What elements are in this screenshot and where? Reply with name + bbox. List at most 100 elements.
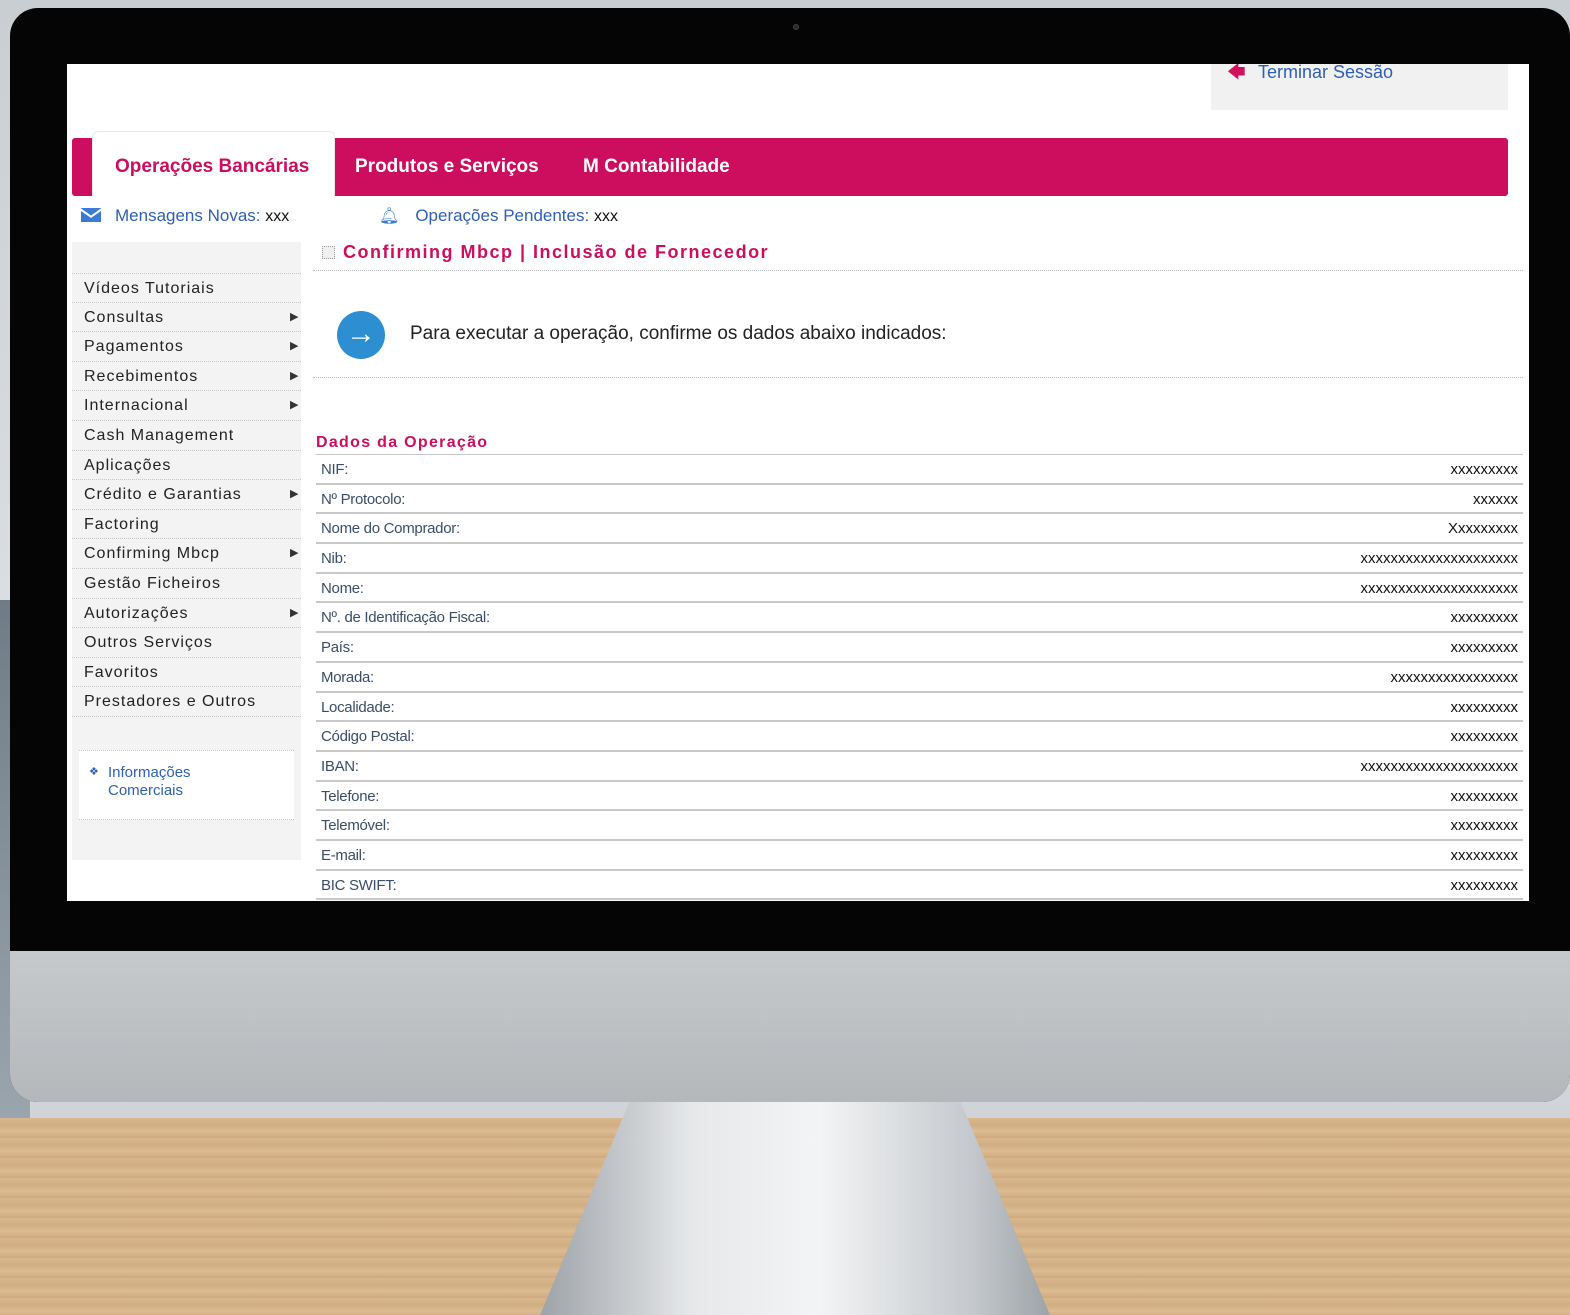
sidebar-item-internacional[interactable]: Internacional ▶ (72, 391, 301, 421)
row-value: xxxxxxxxx (1450, 698, 1519, 716)
operation-data-table: NIF: xxxxxxxxx Nº Protocolo: xxxxxx Nome d… (316, 454, 1523, 901)
messages-count: xxx (265, 208, 290, 225)
sidebar-item-pagamentos[interactable]: Pagamentos ▶ (72, 332, 301, 362)
row-label: Nº Protocolo: (321, 490, 406, 508)
page-title: Confirming Mbcp | Inclusão de Fornecedor (322, 242, 769, 263)
row-label: Telemóvel: (321, 817, 390, 835)
table-row: País: xxxxxxxxx (316, 633, 1523, 663)
page-title-text: Confirming Mbcp | Inclusão de Fornecedor (343, 242, 770, 262)
sidebar-item-credito-garantias[interactable]: Crédito e Garantias ▶ (72, 480, 301, 510)
sidebar-item-confirming-mbcp[interactable]: Confirming Mbcp ▶ (72, 539, 301, 569)
row-value: xxxxxxxxx (1450, 461, 1519, 478)
sidebar-item-autorizacoes[interactable]: Autorizações ▶ (72, 599, 301, 629)
row-label: Nº. de Identificação Fiscal: (321, 609, 490, 627)
bell-icon: 🔔︎ (379, 208, 400, 225)
row-label: E-mail: (321, 846, 366, 864)
info-box: ❖ Informações Comerciais (79, 750, 294, 820)
sidebar-item-outros-servicos[interactable]: Outros Serviços (72, 628, 301, 658)
tab-operacoes-bancarias[interactable]: Operações Bancárias (92, 131, 335, 196)
row-value: xxxxxxxxx (1450, 728, 1519, 746)
row-value: Xxxxxxxxx (1447, 520, 1518, 538)
row-label: Telefone: (321, 787, 380, 805)
row-value: xxxxxxxxx (1450, 817, 1519, 835)
table-row: E-mail: xxxxxxxxx (316, 841, 1523, 871)
sidebar-item-label: Recebimentos (84, 367, 199, 385)
table-row: BIC SWIFT: xxxxxxxxx (316, 871, 1523, 901)
diamond-bullet-icon: ❖ (89, 766, 99, 778)
sidebar-item-consultas[interactable]: Consultas ▶ (72, 303, 301, 333)
row-value: xxxxxxxxxxxxxxxxxxxxx (1360, 757, 1519, 775)
sidebar-item-gestao-ficheiros[interactable]: Gestão Ficheiros (72, 569, 301, 599)
messages-label: Mensagens Novas: (115, 206, 261, 225)
sidebar-item-aplicacoes[interactable]: Aplicações (72, 451, 301, 481)
sidebar-item-label: Outros Serviços (84, 634, 213, 652)
main-nav: Operações Bancárias Produtos e Serviços … (72, 131, 1508, 196)
caret-right-icon: ▶ (290, 310, 299, 323)
sidebar-item-label: Favoritos (84, 663, 159, 681)
table-row: NIF: xxxxxxxxx (316, 455, 1523, 485)
row-label: BIC SWIFT: (321, 876, 397, 894)
sidebar-item-prestadores-outros[interactable]: Prestadores e Outros (72, 687, 301, 717)
sidebar-item-factoring[interactable]: Factoring (72, 510, 301, 540)
table-row: Morada: xxxxxxxxxxxxxxxxx (316, 663, 1523, 693)
sidebar-item-label: Confirming Mbcp (84, 545, 220, 563)
table-row: Nome do Comprador: Xxxxxxxxx (316, 514, 1523, 545)
sidebar-item-label: Gestão Ficheiros (84, 574, 221, 592)
page-icon (322, 246, 335, 259)
caret-right-icon: ▶ (290, 399, 299, 412)
table-row: Nib: xxxxxxxxxxxxxxxxxxxxx (316, 544, 1523, 574)
row-label: IBAN: (321, 757, 359, 775)
row-label: Localidade: (321, 698, 395, 716)
row-value: xxxxxxxxx (1450, 787, 1519, 805)
sidebar-item-label: Cash Management (84, 426, 235, 444)
sidebar-item-cash-management[interactable]: Cash Management (72, 421, 301, 451)
divider (313, 377, 1523, 378)
envelope-icon (81, 208, 101, 222)
sidebar-menu: Vídeos Tutoriais Consultas ▶ Pagamentos ▶ … (72, 273, 301, 717)
sidebar-item-videos-tutoriais[interactable]: Vídeos Tutoriais (72, 273, 301, 303)
pending-label: Operações Pendentes: (415, 206, 590, 225)
caret-right-icon: ▶ (290, 369, 299, 382)
caret-right-icon: ▶ (290, 547, 299, 560)
row-value: xxxxxxxxx (1450, 876, 1519, 894)
row-label: Nib: (321, 550, 347, 568)
sidebar-item-label: Internacional (84, 397, 189, 415)
info-comerciais-link[interactable]: Informações Comerciais (108, 764, 268, 800)
sidebar-item-label: Prestadores e Outros (84, 693, 257, 711)
row-value: xxxxxxxxx (1450, 846, 1519, 864)
table-row: Telemóvel: xxxxxxxxx (316, 811, 1523, 841)
row-label: NIF: (321, 461, 349, 478)
row-label: Código Postal: (321, 728, 415, 746)
row-label: País: (321, 639, 354, 657)
table-row: Localidade: xxxxxxxxx (316, 693, 1523, 723)
tab-m-contabilidade[interactable]: M Contabilidade (583, 156, 730, 178)
row-label: Nome: (321, 579, 364, 597)
caret-right-icon: ▶ (290, 340, 299, 353)
section-title: Dados da Operação (316, 434, 489, 451)
tab-produtos-servicos[interactable]: Produtos e Serviços (355, 156, 539, 178)
row-label: Morada: (321, 668, 374, 686)
sidebar-item-label: Autorizações (84, 604, 189, 622)
logout-link[interactable]: Terminar Sessão (1258, 64, 1393, 83)
table-row: IBAN: xxxxxxxxxxxxxxxxxxxxx (316, 752, 1523, 782)
sidebar-item-label: Pagamentos (84, 338, 184, 356)
pending-status[interactable]: 🔔︎ Operações Pendentes: xxx (379, 206, 618, 226)
arrow-right-circle-icon: → (337, 311, 385, 359)
table-row: Nº Protocolo: xxxxxx (316, 485, 1523, 515)
sidebar-item-favoritos[interactable]: Favoritos (72, 658, 301, 688)
row-label: Nome do Comprador: (321, 520, 460, 538)
sidebar-item-recebimentos[interactable]: Recebimentos ▶ (72, 362, 301, 392)
table-row: Telefone: xxxxxxxxx (316, 782, 1523, 812)
logout-box: 🡄 Terminar Sessão (1211, 64, 1508, 110)
screen: 🡄 Terminar Sessão Operações Bancárias Pr… (67, 64, 1529, 901)
table-row: Nome: xxxxxxxxxxxxxxxxxxxxx (316, 574, 1523, 604)
instruction-text: Para executar a operação, confirme os da… (410, 323, 947, 344)
caret-right-icon: ▶ (290, 488, 299, 501)
camera (793, 24, 799, 30)
table-row: Nº. de Identificação Fiscal: xxxxxxxxx (316, 603, 1523, 634)
messages-status[interactable]: Mensagens Novas: xxx (81, 206, 289, 226)
sidebar: Vídeos Tutoriais Consultas ▶ Pagamentos ▶ … (72, 242, 301, 860)
divider (313, 270, 1523, 271)
monitor-chin (10, 951, 1570, 1102)
table-row: Código Postal: xxxxxxxxx (316, 722, 1523, 752)
